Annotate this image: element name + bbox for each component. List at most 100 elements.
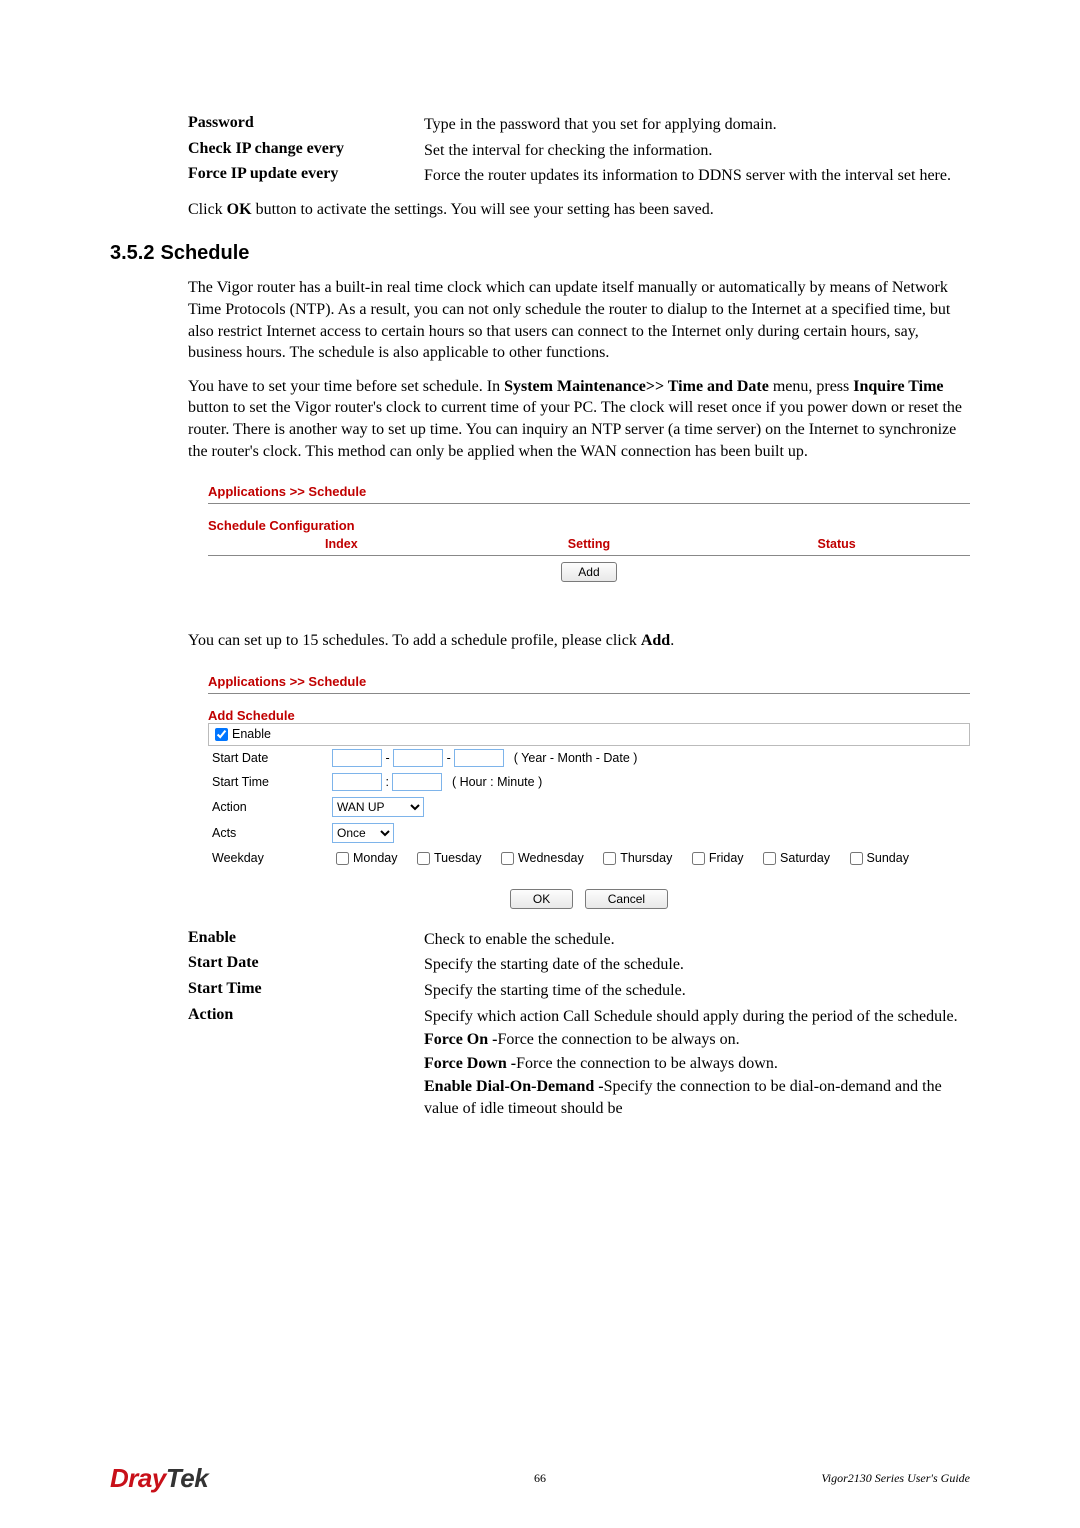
weekday-label: Weekday bbox=[208, 846, 328, 871]
def-enable: Enable Check to enable the schedule. bbox=[188, 929, 970, 951]
weekday-wednesday[interactable]: Wednesday bbox=[497, 851, 584, 865]
breadcrumb: Applications >> Schedule bbox=[208, 674, 970, 689]
weekday-row: Weekday Monday Tuesday Wednesday Thursda… bbox=[208, 846, 970, 871]
click-ok-post: button to activate the settings. You wil… bbox=[252, 201, 714, 218]
desc-force-ip: Force the router updates its information… bbox=[424, 165, 970, 187]
def-force-ip: Force IP update every Force the router u… bbox=[188, 165, 970, 187]
logo-dray: Dray bbox=[110, 1463, 166, 1493]
desc-start-date: Specify the starting date of the schedul… bbox=[424, 954, 970, 976]
term-force-ip: Force IP update every bbox=[188, 165, 424, 187]
col-index: Index bbox=[208, 535, 475, 556]
logo-tek: Tek bbox=[166, 1463, 208, 1493]
router-ui-schedule-list: Applications >> Schedule Schedule Config… bbox=[208, 484, 970, 588]
cb-thursday[interactable] bbox=[603, 852, 616, 865]
term-enable: Enable bbox=[188, 929, 424, 951]
button-row: OK Cancel bbox=[208, 889, 970, 909]
date-sep-1: - bbox=[385, 751, 389, 765]
cb-friday[interactable] bbox=[692, 852, 705, 865]
action-line-1-bold: Force On - bbox=[424, 1031, 497, 1048]
click-ok-para: Click OK button to activate the settings… bbox=[188, 199, 970, 221]
para2-seg1: You have to set your time before set sch… bbox=[188, 378, 504, 395]
lbl-sunday: Sunday bbox=[867, 851, 909, 865]
start-date-label: Start Date bbox=[208, 746, 328, 770]
cb-sunday[interactable] bbox=[850, 852, 863, 865]
weekday-saturday[interactable]: Saturday bbox=[759, 851, 830, 865]
weekday-sunday[interactable]: Sunday bbox=[846, 851, 909, 865]
weekday-thursday[interactable]: Thursday bbox=[599, 851, 672, 865]
hour-input[interactable] bbox=[332, 773, 382, 791]
def-action: Action Specify which action Call Schedul… bbox=[188, 1006, 970, 1120]
desc-enable: Check to enable the schedule. bbox=[424, 929, 970, 951]
lbl-thursday: Thursday bbox=[620, 851, 672, 865]
term-action: Action bbox=[188, 1006, 424, 1120]
section-heading: 3.5.2Schedule bbox=[110, 242, 970, 265]
section-title: Schedule Configuration bbox=[208, 518, 970, 533]
ok-button[interactable]: OK bbox=[510, 889, 573, 909]
page-number: 66 bbox=[534, 1471, 546, 1486]
para3-bold: Add bbox=[641, 632, 670, 649]
action-row: Action WAN UP bbox=[208, 794, 970, 820]
def-check-ip: Check IP change every Set the interval f… bbox=[188, 140, 970, 162]
desc-check-ip: Set the interval for checking the inform… bbox=[424, 140, 970, 162]
cb-monday[interactable] bbox=[336, 852, 349, 865]
click-ok-pre: Click bbox=[188, 201, 227, 218]
para3-post: . bbox=[670, 632, 674, 649]
action-intro: Specify which action Call Schedule shoul… bbox=[424, 1006, 970, 1028]
cb-wednesday[interactable] bbox=[501, 852, 514, 865]
start-date-row: Start Date - - ( Year - Month - Date ) bbox=[208, 746, 970, 770]
schedule-table: Index Setting Status Add bbox=[208, 535, 970, 588]
action-line-1: Force On -Force the connection to be alw… bbox=[424, 1029, 970, 1051]
cb-saturday[interactable] bbox=[763, 852, 776, 865]
weekday-monday[interactable]: Monday bbox=[332, 851, 397, 865]
para2-b2: Inquire Time bbox=[853, 378, 943, 395]
col-status: Status bbox=[703, 535, 970, 556]
router-ui-add-schedule: Applications >> Schedule Add Schedule En… bbox=[208, 674, 970, 909]
lbl-monday: Monday bbox=[353, 851, 397, 865]
month-input[interactable] bbox=[393, 749, 443, 767]
action-select[interactable]: WAN UP bbox=[332, 797, 424, 817]
year-input[interactable] bbox=[332, 749, 382, 767]
para-1: The Vigor router has a built-in real tim… bbox=[188, 277, 970, 363]
cancel-button[interactable]: Cancel bbox=[585, 889, 668, 909]
acts-select[interactable]: Once bbox=[332, 823, 394, 843]
action-line-2: Force Down -Force the connection to be a… bbox=[424, 1053, 970, 1075]
para2-seg2: menu, press bbox=[769, 378, 853, 395]
divider bbox=[208, 503, 970, 504]
action-line-2-text: Force the connection to be always down. bbox=[516, 1055, 778, 1072]
date-input[interactable] bbox=[454, 749, 504, 767]
click-ok-bold: OK bbox=[227, 201, 252, 218]
para3-pre: You can set up to 15 schedules. To add a… bbox=[188, 632, 641, 649]
acts-label: Acts bbox=[208, 820, 328, 846]
breadcrumb: Applications >> Schedule bbox=[208, 484, 970, 499]
lbl-friday: Friday bbox=[709, 851, 744, 865]
enable-checkbox[interactable] bbox=[215, 728, 228, 741]
para2-seg3: button to set the Vigor router's clock t… bbox=[188, 399, 962, 459]
lbl-saturday: Saturday bbox=[780, 851, 830, 865]
enable-label: Enable bbox=[232, 727, 271, 741]
guide-title: Vigor2130 Series User's Guide bbox=[821, 1471, 970, 1486]
term-check-ip: Check IP change every bbox=[188, 140, 424, 162]
action-line-2-bold: Force Down - bbox=[424, 1055, 516, 1072]
lbl-wednesday: Wednesday bbox=[518, 851, 584, 865]
add-button[interactable]: Add bbox=[561, 562, 616, 582]
divider bbox=[208, 693, 970, 694]
weekday-tuesday[interactable]: Tuesday bbox=[413, 851, 481, 865]
para-3: You can set up to 15 schedules. To add a… bbox=[188, 630, 970, 652]
table-action-row: Add bbox=[208, 556, 970, 589]
acts-row: Acts Once bbox=[208, 820, 970, 846]
page-footer: DrayTek 66 Vigor2130 Series User's Guide bbox=[0, 1463, 1080, 1494]
weekday-friday[interactable]: Friday bbox=[688, 851, 744, 865]
action-label: Action bbox=[208, 794, 328, 820]
action-line-3: Enable Dial-On-Demand -Specify the conne… bbox=[424, 1076, 970, 1119]
add-schedule-form: Enable Start Date - - ( Year - Month - D… bbox=[208, 723, 970, 871]
section-title: Add Schedule bbox=[208, 708, 970, 723]
def-start-date: Start Date Specify the starting date of … bbox=[188, 954, 970, 976]
cb-tuesday[interactable] bbox=[417, 852, 430, 865]
start-time-row: Start Time : ( Hour : Minute ) bbox=[208, 770, 970, 794]
minute-input[interactable] bbox=[392, 773, 442, 791]
start-time-hint: ( Hour : Minute ) bbox=[452, 775, 542, 789]
term-start-time: Start Time bbox=[188, 980, 424, 1002]
desc-start-time: Specify the starting time of the schedul… bbox=[424, 980, 970, 1002]
table-header-row: Index Setting Status bbox=[208, 535, 970, 556]
col-setting: Setting bbox=[475, 535, 704, 556]
